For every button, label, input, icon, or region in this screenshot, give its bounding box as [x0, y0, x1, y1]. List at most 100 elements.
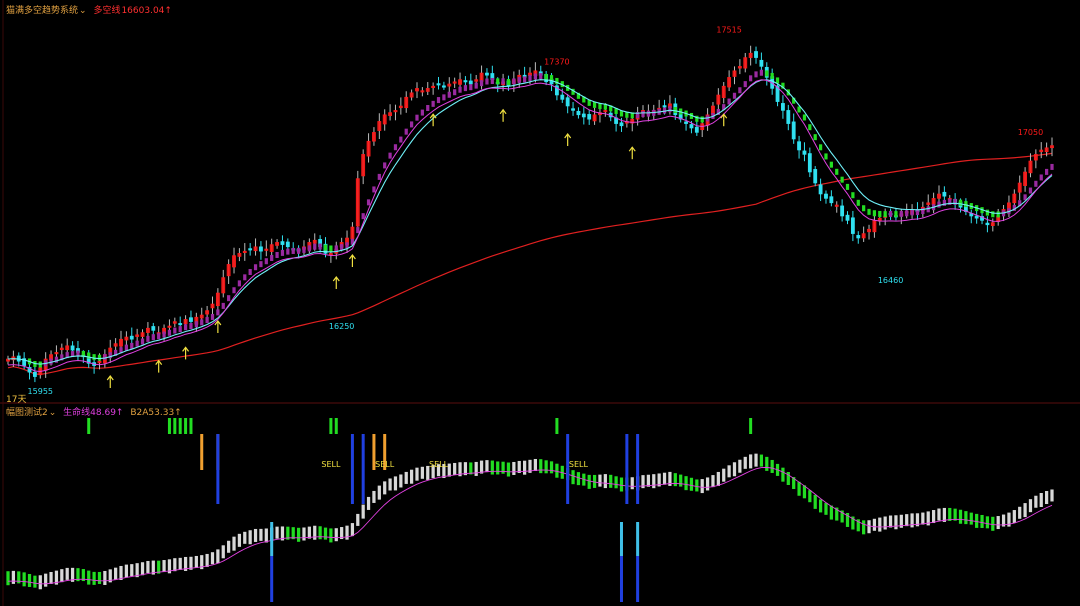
trend-band-block — [151, 334, 155, 341]
oscillator-bar — [259, 528, 263, 541]
candle-body — [931, 198, 936, 205]
oscillator-bar — [44, 573, 48, 587]
sub-indicator-title[interactable]: 幅图测试2 — [6, 408, 48, 418]
main-indicator-title[interactable]: 猫满多空趋势系统 — [6, 6, 78, 16]
candle-body — [275, 242, 279, 246]
trend-band-block — [243, 274, 247, 281]
trend-band-block — [130, 342, 134, 349]
trend-band-block — [749, 75, 753, 82]
oscillator-bar — [883, 516, 887, 530]
oscillator-bar — [969, 512, 973, 525]
trend-band-block — [248, 269, 252, 276]
candle-body — [452, 81, 457, 84]
price-annotation: 17515 — [716, 26, 741, 35]
b2a-label: B2A — [130, 408, 149, 418]
trend-band-block — [431, 100, 435, 107]
candle-body — [135, 334, 140, 337]
trend-band-block — [501, 78, 505, 85]
candle-body — [743, 57, 748, 69]
oscillator-bar — [38, 575, 42, 590]
candle-body — [592, 114, 597, 122]
candle-body — [259, 246, 263, 252]
signal-blue-lower-bar — [270, 556, 274, 602]
candle-body — [797, 141, 801, 151]
candle-body — [458, 79, 462, 85]
oscillator-bar — [372, 490, 376, 503]
trend-band-block — [302, 246, 306, 253]
candle-body — [791, 121, 796, 140]
oscillator-bar — [964, 511, 968, 525]
trend-band-block — [157, 333, 161, 340]
oscillator-bar — [646, 474, 651, 487]
trend-band-block — [808, 124, 812, 131]
trend-band-block — [189, 323, 193, 330]
trend-band-block — [356, 227, 360, 234]
candle-body — [269, 244, 274, 252]
oscillator-bar — [140, 562, 145, 576]
oscillator-bar — [124, 564, 129, 578]
chevron-down-icon[interactable]: ⌄ — [49, 408, 57, 418]
oscillator-bar — [829, 505, 833, 520]
trend-band-block — [888, 210, 893, 217]
oscillator-bar — [1050, 489, 1054, 502]
oscillator-bar — [867, 520, 871, 534]
signal-skyblue-bar — [619, 522, 623, 556]
candle-body — [350, 226, 355, 240]
trend-band-block — [899, 210, 903, 217]
main-chart-header: 猫满多空趋势系统⌄ 多空线16603.04↑ — [6, 3, 176, 16]
signal-blue-bar — [361, 434, 365, 504]
candle-body — [850, 217, 855, 234]
oscillator-bar — [496, 461, 500, 475]
candle-body — [232, 255, 236, 268]
oscillator-bar — [888, 515, 893, 528]
oscillator-bar — [447, 463, 451, 477]
trend-band-block — [878, 210, 882, 217]
oscillator-bar — [350, 523, 355, 537]
trend-band-block — [533, 73, 537, 80]
trend-band-block — [442, 94, 446, 101]
candle-body — [1012, 193, 1017, 204]
candle-body — [140, 332, 145, 337]
oscillator-bar — [216, 549, 220, 564]
oscillator-bar — [345, 525, 349, 540]
oscillator-bar — [722, 468, 726, 482]
oscillator-bar — [985, 516, 990, 529]
chevron-down-icon[interactable]: ⌄ — [79, 6, 87, 16]
trend-band-block — [528, 75, 532, 82]
oscillator-bar — [1028, 499, 1033, 513]
candle-body — [662, 105, 667, 108]
trend-band-block — [1050, 163, 1054, 170]
oscillator-bar — [329, 528, 333, 543]
candle-body — [355, 178, 360, 227]
oscillator-bar — [630, 477, 634, 490]
signal-green-top — [334, 418, 338, 434]
oscillator-bar — [469, 462, 473, 475]
trend-band-block — [506, 78, 511, 85]
trend-band-block — [485, 78, 489, 85]
trend-band-block — [964, 201, 968, 208]
candle-body — [474, 79, 479, 82]
oscillator-bar — [60, 569, 64, 583]
oscillator-bar — [684, 476, 688, 491]
trend-band-block — [646, 110, 651, 117]
trend-band-block — [496, 78, 500, 85]
signal-blue-bar — [566, 434, 570, 504]
oscillator-bar — [11, 570, 15, 584]
trend-band-block — [264, 258, 268, 265]
price-annotation: 16460 — [878, 276, 903, 285]
oscillator-bar — [980, 514, 984, 528]
oscillator-bar — [453, 462, 457, 475]
price-annotation: 17370 — [544, 58, 569, 67]
oscillator-bar — [705, 477, 710, 491]
trend-band-block — [517, 77, 521, 84]
oscillator-bar — [716, 471, 720, 486]
trend-band-block — [415, 114, 419, 121]
oscillator-bar — [996, 516, 1000, 530]
trend-band-block — [592, 101, 597, 108]
oscillator-bar — [738, 459, 742, 473]
trend-band-block — [280, 249, 285, 256]
candle-body — [716, 94, 721, 105]
trend-band-block — [426, 105, 430, 112]
trend-band-block — [216, 309, 220, 316]
candle-body — [189, 317, 193, 322]
